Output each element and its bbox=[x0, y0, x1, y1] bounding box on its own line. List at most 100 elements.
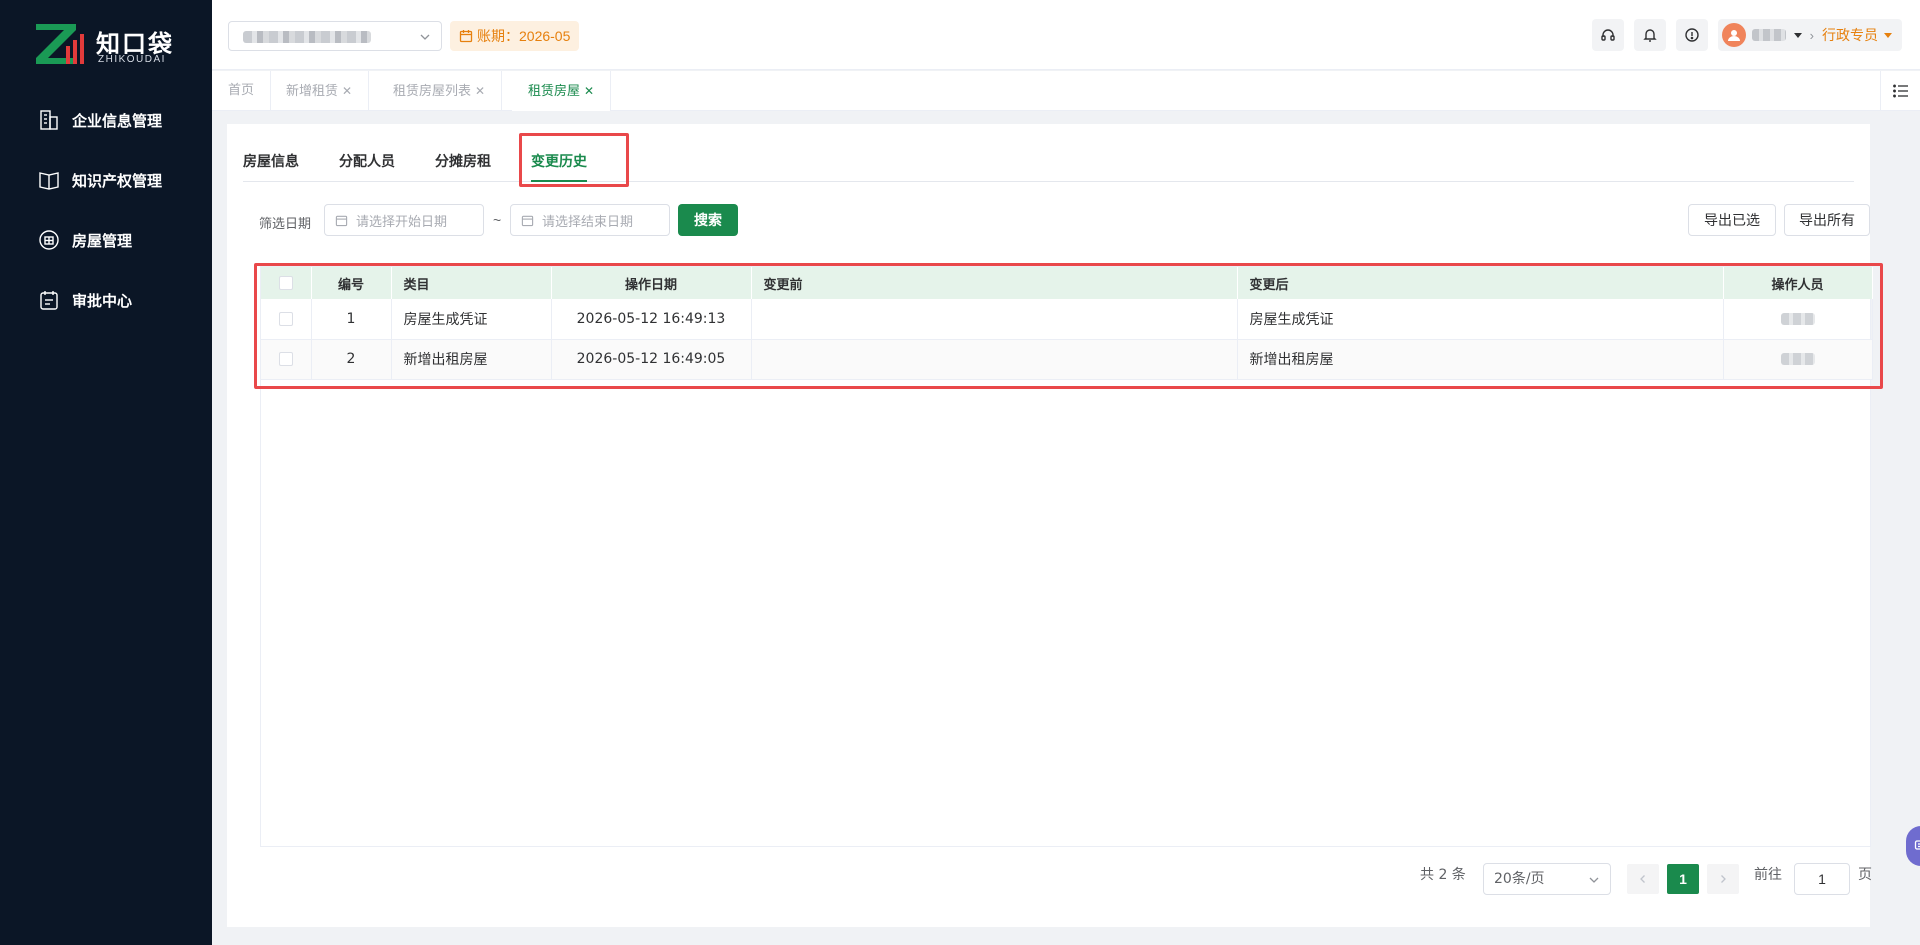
pagination-total: 共 2 条 bbox=[1420, 867, 1466, 883]
sidebar-item-enterprise[interactable]: 企业信息管理 bbox=[0, 90, 212, 150]
chevron-down-icon bbox=[1589, 877, 1599, 883]
sidebar-item-label: 房屋管理 bbox=[72, 231, 133, 250]
notification-button[interactable] bbox=[1633, 19, 1666, 51]
headset-button[interactable] bbox=[1591, 19, 1624, 51]
cell-before bbox=[751, 339, 1238, 380]
column-header-date[interactable]: 操作日期 bbox=[551, 267, 752, 299]
tab-assign-staff[interactable]: 分配人员 bbox=[339, 144, 395, 182]
topbar: 账期：2026-05 › 行政专员 bbox=[212, 0, 1920, 70]
row-checkbox[interactable] bbox=[278, 352, 293, 366]
cell-category: 房屋生成凭证 bbox=[391, 299, 552, 340]
page-tab-new-lease[interactable]: 新增租赁 ✕ bbox=[270, 71, 370, 111]
page-tab-lease-house[interactable]: 租赁房屋 ✕ bbox=[512, 71, 612, 111]
house-icon bbox=[36, 227, 62, 253]
close-icon[interactable]: ✕ bbox=[342, 84, 352, 98]
chat-float-button[interactable] bbox=[1906, 826, 1920, 866]
page-tab-lease-list[interactable]: 租赁房屋列表 ✕ bbox=[377, 71, 503, 111]
main-card: 房屋信息 分配人员 分摊房租 变更历史 筛选日期 请选择开始日期 ~ 请选择结束… bbox=[227, 124, 1883, 927]
chevron-right-icon bbox=[1721, 875, 1726, 883]
role-caret-icon bbox=[1884, 32, 1892, 38]
close-icon[interactable]: ✕ bbox=[584, 84, 594, 98]
cell-after: 房屋生成凭证 bbox=[1237, 299, 1724, 340]
sub-tabs: 房屋信息 分配人员 分摊房租 变更历史 bbox=[243, 144, 1854, 182]
table-row[interactable]: 2 新增出租房屋 2026-05-12 16:49:05 新增出租房屋 bbox=[261, 339, 1873, 380]
period-label: 账期：2026-05 bbox=[477, 28, 571, 44]
select-all-cell[interactable] bbox=[261, 267, 312, 299]
search-button[interactable]: 搜索 bbox=[678, 204, 738, 236]
calendar-icon bbox=[459, 30, 473, 43]
bell-icon bbox=[1642, 29, 1657, 42]
role-label: 行政专员 bbox=[1822, 28, 1878, 44]
company-select[interactable] bbox=[228, 21, 442, 51]
cell-operator bbox=[1723, 339, 1873, 380]
operator-redacted bbox=[1780, 353, 1815, 365]
column-header-no[interactable]: 编号 bbox=[311, 267, 392, 299]
calendar-icon bbox=[521, 215, 534, 226]
sidebar-item-label: 审批中心 bbox=[72, 291, 133, 310]
cell-category: 新增出租房屋 bbox=[391, 339, 552, 380]
cell-date: 2026-05-12 16:49:05 bbox=[551, 339, 752, 380]
sidebar-item-label: 知识产权管理 bbox=[72, 171, 163, 190]
sidebar-item-house[interactable]: 房屋管理 bbox=[0, 210, 212, 270]
prev-page-button[interactable] bbox=[1627, 864, 1659, 894]
tab-list-button[interactable] bbox=[1880, 71, 1920, 111]
end-date-input[interactable]: 请选择结束日期 bbox=[510, 204, 670, 236]
page-tabs: 首页 新增租赁 ✕ 租赁房屋列表 ✕ 租赁房屋 ✕ bbox=[212, 71, 1920, 111]
end-date-placeholder: 请选择结束日期 bbox=[542, 214, 634, 230]
username-redacted bbox=[1751, 29, 1786, 41]
history-table: 编号 类目 操作日期 变更前 变更后 操作人员 1 房屋生成凭证 2026-05… bbox=[260, 266, 1873, 847]
page-tab-home[interactable]: 首页 bbox=[212, 71, 272, 111]
export-all-button[interactable]: 导出所有 bbox=[1784, 204, 1870, 236]
chat-icon bbox=[1914, 840, 1920, 850]
column-header-after[interactable]: 变更后 bbox=[1237, 267, 1724, 299]
page-tab-label: 租赁房屋 bbox=[528, 84, 581, 99]
next-page-button[interactable] bbox=[1707, 864, 1739, 894]
logo[interactable]: 知口袋 ZHIKOUDAI bbox=[36, 20, 186, 68]
column-header-category[interactable]: 类目 bbox=[391, 267, 552, 299]
start-date-input[interactable]: 请选择开始日期 bbox=[324, 204, 484, 236]
calendar-icon bbox=[335, 215, 348, 226]
cell-before bbox=[751, 299, 1238, 340]
column-header-before[interactable]: 变更前 bbox=[751, 267, 1238, 299]
tab-rent-split[interactable]: 分摊房租 bbox=[435, 144, 491, 182]
tab-house-info[interactable]: 房屋信息 bbox=[243, 144, 299, 182]
chevron-right-icon: › bbox=[1809, 27, 1814, 43]
goto-page-input[interactable]: 1 bbox=[1794, 863, 1850, 895]
headset-icon bbox=[1600, 29, 1615, 41]
table-row[interactable]: 1 房屋生成凭证 2026-05-12 16:49:13 房屋生成凭证 bbox=[261, 299, 1873, 340]
period-badge[interactable]: 账期：2026-05 bbox=[450, 21, 580, 51]
column-header-operator[interactable]: 操作人员 bbox=[1723, 267, 1873, 299]
page-tab-label: 首页 bbox=[228, 83, 255, 98]
export-selected-button[interactable]: 导出已选 bbox=[1688, 204, 1776, 236]
sidebar: 知口袋 ZHIKOUDAI 企业信息管理 知识产权管理 房屋管理 审批中心 bbox=[0, 0, 212, 945]
logo-subtext: ZHIKOUDAI bbox=[98, 54, 166, 65]
date-separator: ~ bbox=[493, 212, 502, 228]
cell-date: 2026-05-12 16:49:13 bbox=[551, 299, 752, 340]
page-tab-label: 新增租赁 bbox=[286, 84, 339, 99]
cell-after: 新增出租房屋 bbox=[1237, 339, 1724, 380]
page-size-select[interactable]: 20条/页 bbox=[1483, 863, 1611, 895]
close-icon[interactable]: ✕ bbox=[475, 84, 485, 98]
select-all-checkbox[interactable] bbox=[278, 276, 293, 290]
goto-label: 前往 bbox=[1754, 867, 1782, 883]
row-select-cell[interactable] bbox=[261, 339, 312, 380]
sidebar-item-label: 企业信息管理 bbox=[72, 111, 163, 130]
building-icon bbox=[36, 107, 62, 133]
info-button[interactable] bbox=[1675, 19, 1708, 51]
company-name-redacted bbox=[243, 31, 371, 43]
cell-operator bbox=[1723, 299, 1873, 340]
user-icon bbox=[1727, 30, 1740, 41]
logo-mark-icon bbox=[36, 24, 84, 64]
sidebar-nav: 企业信息管理 知识产权管理 房屋管理 审批中心 bbox=[0, 90, 212, 330]
chevron-down-icon bbox=[420, 34, 430, 40]
row-select-cell[interactable] bbox=[261, 299, 312, 340]
sidebar-item-approval[interactable]: 审批中心 bbox=[0, 270, 212, 330]
user-menu[interactable]: › 行政专员 bbox=[1717, 19, 1902, 51]
tab-change-history[interactable]: 变更历史 bbox=[531, 144, 587, 182]
row-checkbox[interactable] bbox=[278, 311, 293, 326]
approval-icon bbox=[36, 287, 62, 313]
info-icon bbox=[1684, 28, 1699, 42]
list-icon bbox=[1892, 84, 1908, 98]
page-number-current[interactable]: 1 bbox=[1667, 864, 1699, 894]
sidebar-item-ip[interactable]: 知识产权管理 bbox=[0, 150, 212, 210]
